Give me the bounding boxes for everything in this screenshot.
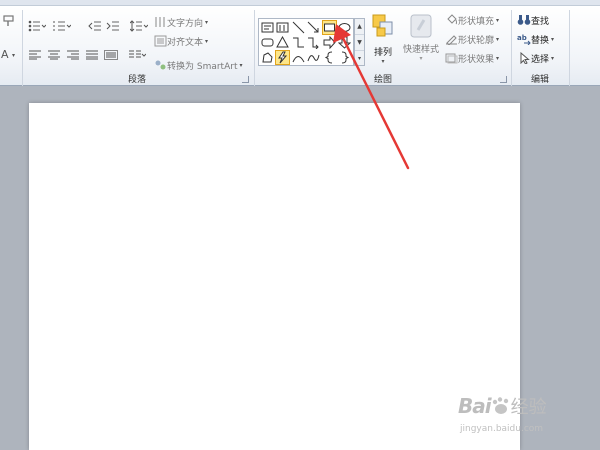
watermark-url: jingyan.baidu.com (460, 424, 544, 434)
baidu-paw-icon (492, 397, 508, 414)
baidu-watermark: Bai 经验 (458, 393, 547, 419)
annotation-arrow (333, 24, 410, 170)
watermark-brand: Bai (458, 394, 492, 418)
watermark-product: 经验 (510, 397, 547, 418)
